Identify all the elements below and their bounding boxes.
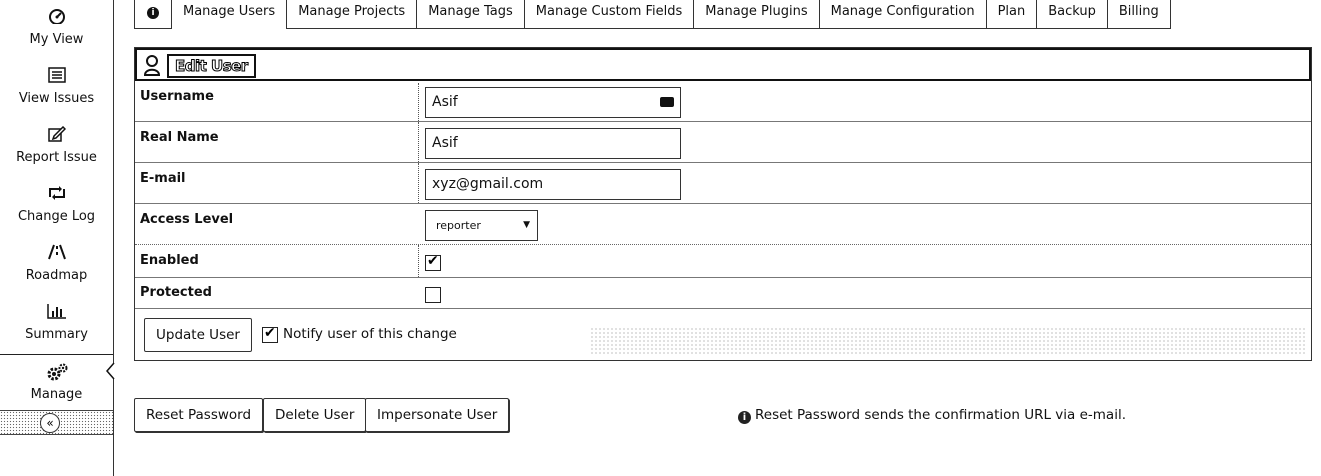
user-icon: [143, 55, 161, 76]
value-cell: [418, 122, 419, 162]
enabled-row: Enabled ✔: [135, 245, 1311, 277]
collapse-sidebar-icon[interactable]: «: [40, 413, 60, 433]
access-level-select[interactable]: reporter ▼: [425, 210, 538, 241]
tab-backup[interactable]: Backup: [1037, 0, 1108, 29]
value-cell: [418, 245, 419, 277]
notify-user-label: Notify user of this change: [283, 326, 457, 342]
username-input[interactable]: Asif: [425, 87, 681, 118]
username-label: Username: [140, 89, 214, 104]
tab-manage-configuration[interactable]: Manage Configuration: [819, 0, 987, 29]
reset-password-button[interactable]: Reset Password: [134, 398, 264, 432]
checkmark-icon: ✔: [427, 253, 439, 269]
realname-row: Real Name Asif: [135, 122, 1311, 162]
email-value: xyz@gmail.com: [432, 176, 544, 192]
sidebar-item-label: View Issues: [18, 91, 95, 106]
sidebar-item-label: My View: [29, 32, 84, 47]
protected-checkbox[interactable]: [425, 287, 441, 303]
road-icon: [0, 244, 113, 262]
autofill-key-icon[interactable]: [660, 97, 674, 107]
sidebar-item-view-issues[interactable]: View Issues: [0, 59, 113, 118]
protected-label: Protected: [140, 285, 212, 300]
realname-label: Real Name: [140, 130, 219, 145]
update-user-button[interactable]: Update User: [144, 318, 252, 352]
username-row: Username Asif: [135, 83, 1311, 121]
sidebar-item-manage[interactable]: Manage: [0, 354, 113, 413]
sidebar-item-my-view[interactable]: My View: [0, 0, 113, 59]
realname-input[interactable]: Asif: [425, 128, 681, 159]
enabled-label: Enabled: [140, 253, 199, 268]
enabled-checkbox[interactable]: ✔: [425, 253, 441, 271]
email-input[interactable]: xyz@gmail.com: [425, 169, 681, 200]
bar-chart-icon: [0, 303, 113, 321]
tab-plan[interactable]: Plan: [986, 0, 1038, 29]
tab-info[interactable]: i: [134, 0, 172, 29]
sidebar-item-report-issue[interactable]: Report Issue: [0, 118, 113, 177]
tab-manage-custom-fields[interactable]: Manage Custom Fields: [524, 0, 695, 29]
panel-title: Edit User: [167, 54, 256, 78]
tab-manage-plugins[interactable]: Manage Plugins: [694, 0, 820, 29]
access-level-value: reporter: [436, 219, 481, 232]
edit-icon: [0, 126, 113, 144]
tab-manage-tags[interactable]: Manage Tags: [417, 0, 525, 29]
sidebar-item-label: Manage: [30, 387, 83, 402]
row-divider: [135, 308, 1311, 309]
protected-row: Protected: [135, 278, 1311, 308]
sidebar-item-label: Roadmap: [25, 268, 88, 283]
sidebar-item-label: Report Issue: [16, 150, 97, 165]
sidebar-item-roadmap[interactable]: Roadmap: [0, 236, 113, 295]
info-circle-icon: i: [147, 7, 159, 19]
sidebar-item-summary[interactable]: Summary: [0, 295, 113, 354]
active-indicator-icon: [106, 362, 115, 380]
sidebar: My View View Issues Report Issue Change …: [0, 0, 115, 476]
sidebar-item-change-log[interactable]: Change Log: [0, 177, 113, 236]
access-level-row: Access Level reporter ▼: [135, 204, 1311, 244]
gears-icon: [0, 363, 113, 381]
reset-password-info: i Reset Password sends the confirmation U…: [738, 407, 1126, 424]
tab-manage-users[interactable]: Manage Users: [172, 0, 288, 29]
footer-background: [590, 327, 1306, 355]
list-icon: [0, 67, 113, 85]
sidebar-item-label: Change Log: [17, 209, 96, 224]
access-level-label: Access Level: [140, 212, 234, 227]
realname-value: Asif: [432, 135, 458, 151]
username-value: Asif: [432, 94, 458, 110]
tab-manage-projects[interactable]: Manage Projects: [287, 0, 418, 29]
checkmark-icon: ✔: [264, 325, 276, 341]
tab-billing[interactable]: Billing: [1107, 0, 1171, 29]
delete-user-button[interactable]: Delete User: [263, 398, 367, 432]
email-row: E-mail xyz@gmail.com: [135, 163, 1311, 203]
edit-user-panel: Edit User Username Asif Real Name Asif E…: [134, 47, 1312, 361]
retweet-icon: [0, 185, 113, 203]
value-cell: [418, 163, 419, 203]
value-cell: [418, 83, 419, 121]
info-message: Reset Password sends the confirmation UR…: [755, 407, 1126, 423]
notify-user-checkbox[interactable]: ✔: [262, 325, 278, 343]
manage-tabs: i Manage Users Manage Projects Manage Ta…: [134, 0, 1171, 29]
caret-down-icon: ▼: [523, 220, 530, 230]
info-circle-icon: i: [738, 411, 751, 424]
panel-header: Edit User: [135, 48, 1311, 81]
impersonate-user-button[interactable]: Impersonate User: [365, 398, 510, 432]
email-label: E-mail: [140, 171, 186, 186]
dashboard-icon: [0, 8, 113, 26]
sidebar-item-label: Summary: [25, 327, 88, 342]
